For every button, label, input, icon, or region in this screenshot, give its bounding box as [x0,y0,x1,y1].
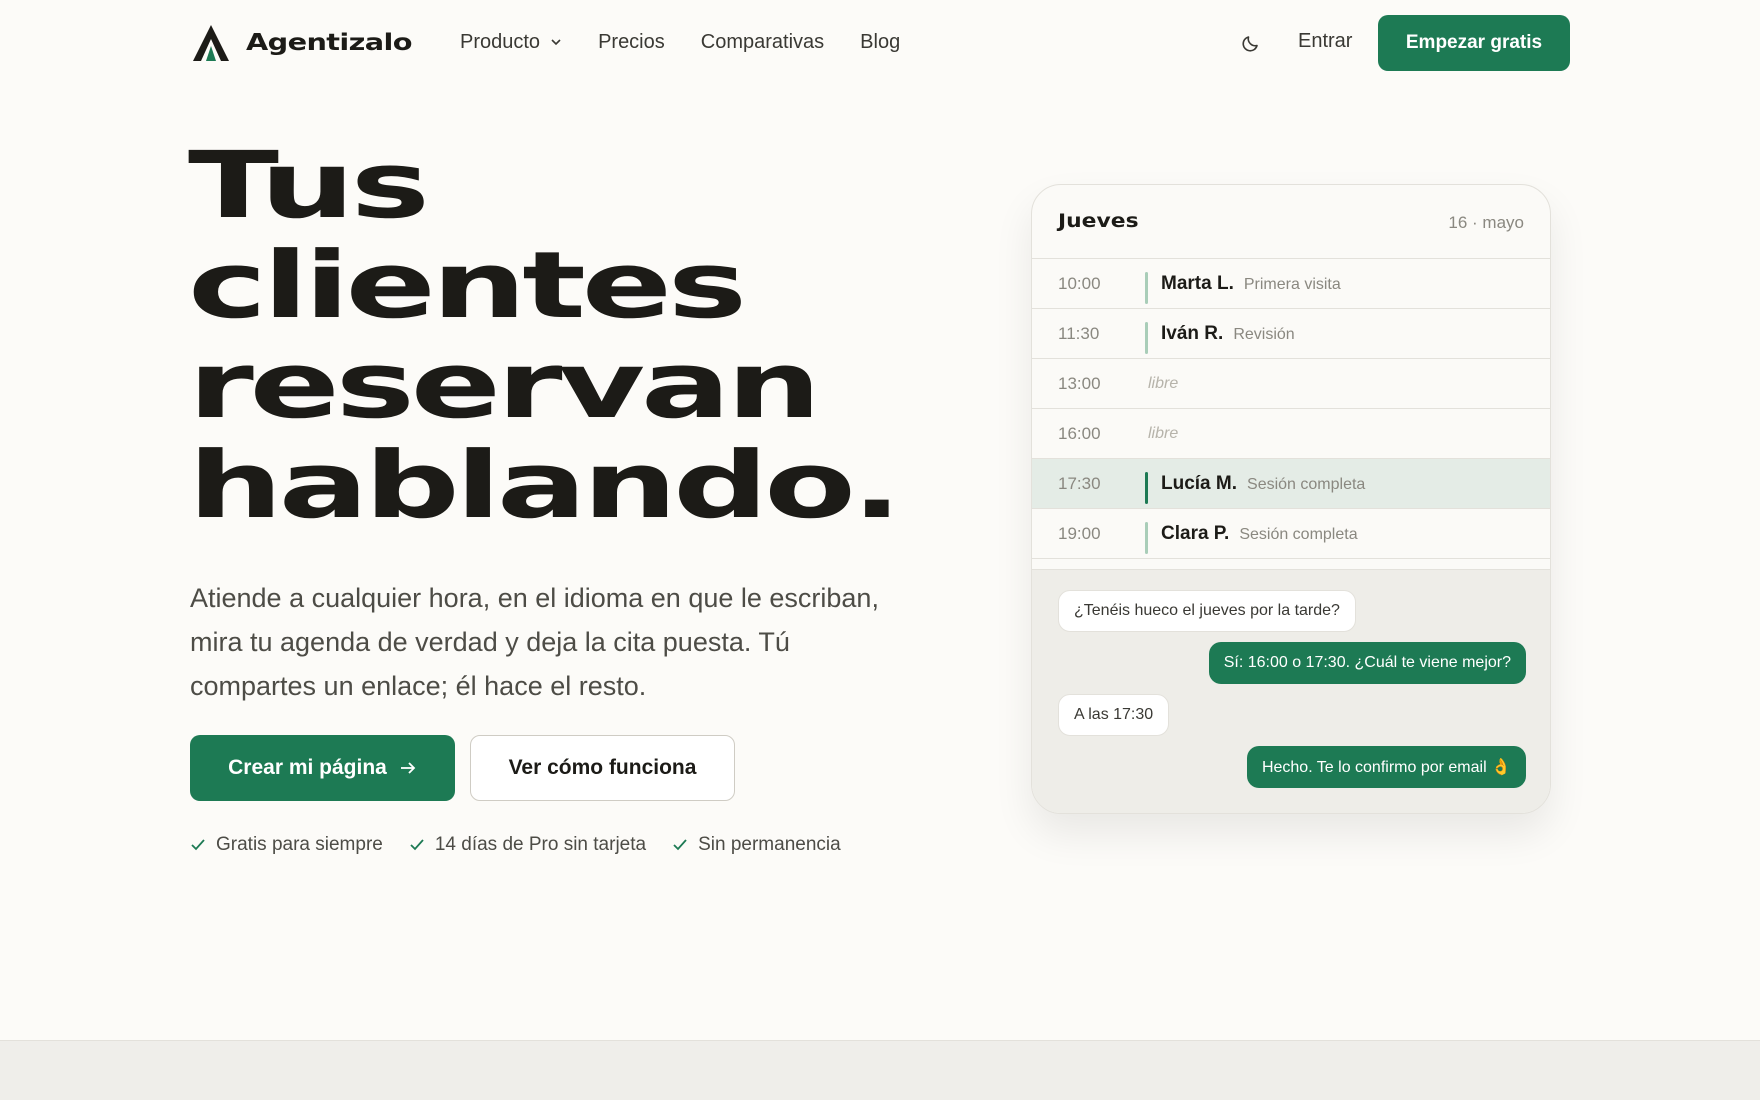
agenda-header: Jueves 16 · mayo [1032,185,1550,259]
nav-item-producto[interactable]: Producto [460,28,562,56]
slot-service: Primera visita [1243,275,1341,293]
slot-free-label: libre [1148,374,1179,392]
agenda-slots: 10:00 Marta L. Primera visita 11:30 Iván R. R… [1032,259,1550,559]
slot-client-name: Clara P. [1161,522,1230,544]
start-free-button[interactable]: Empezar gratis [1378,15,1570,71]
chat-bubble-client: ¿Tenéis hueco el jueves por la tarde? [1058,590,1356,632]
benefit-label: 14 días de Pro sin tarjeta [434,834,647,855]
hero-title: Tus clientes reservan hablando. [188,136,902,536]
login-link[interactable]: Entrar [1298,30,1352,53]
nav-item-label: Comparativas [700,30,825,53]
agenda-slot[interactable]: 19:00 Clara P. Sesión completa [1032,509,1550,559]
slot-client: Clara P. Sesión completa [1161,523,1358,545]
slot-time: 11:30 [1058,323,1100,343]
agenda-slot[interactable]: 10:00 Marta L. Primera visita [1032,259,1550,309]
agenda-day: Jueves [1058,210,1139,232]
slot-service: Sesión completa [1239,525,1358,543]
hero-title-line: reservan [188,332,821,439]
slot-service: Sesión completa [1247,475,1366,493]
nav-item-label: Producto [460,30,541,53]
slot-client: Lucía M. Sesión completa [1161,473,1365,495]
slot-service: Revisión [1233,325,1295,343]
chat-panel: ¿Tenéis hueco el jueves por la tarde? Sí:… [1032,569,1550,813]
agenda-slot[interactable]: 11:30 Iván R. Revisión [1032,309,1550,359]
slot-time: 19:00 [1058,523,1101,543]
benefit-item: Gratis para siempre [190,834,383,856]
agenda-slot-free[interactable]: 13:00 libre [1032,359,1550,409]
slot-time: 17:30 [1058,473,1101,493]
slot-bar [1145,272,1148,304]
hero-title-line: hablando. [188,432,902,539]
hero-subtitle-line: compartes un enlace; él hace el resto. [190,671,647,701]
hero-subtitle: Atiende a cualquier hora, en el idioma e… [190,576,950,708]
brand-logo[interactable]: Agentizalo [192,24,413,62]
benefit-label: Gratis para siempre [216,834,383,855]
slot-client-name: Lucía M. [1161,472,1238,494]
hero-subtitle-line: Atiende a cualquier hora, en el idioma e… [190,583,879,613]
chat-bubble-agent: Sí: 16:00 o 17:30. ¿Cuál te viene mejor? [1208,642,1526,684]
nav-item-label: Blog [860,30,901,53]
logo-mark-icon [193,25,229,61]
benefits-list: Gratis para siempre 14 días de Pro sin t… [190,834,867,856]
benefit-item: 14 días de Pro sin tarjeta [409,834,646,856]
slot-client-name: Iván R. [1161,322,1224,344]
chevron-down-icon [551,39,561,46]
top-nav: Agentizalo Producto Precios Comparativas… [0,0,1760,86]
next-section-band [0,1040,1760,1100]
slot-time: 13:00 [1058,373,1101,393]
slot-bar [1145,472,1148,504]
moon-icon[interactable] [1240,32,1262,54]
chat-bubble-client: A las 17:30 [1058,694,1170,736]
agenda-slot[interactable]: 17:30 Lucía M. Sesión completa [1032,459,1550,509]
agenda-date: 16 · mayo [1448,213,1524,232]
agenda-slot-free[interactable]: 16:00 libre [1032,409,1550,459]
check-icon [191,839,205,851]
nav-item-blog[interactable]: Blog [860,28,900,56]
slot-time: 16:00 [1058,423,1101,443]
chat-bubble-agent: Hecho. Te lo confirmo por email 👌 [1246,746,1526,788]
nav-links: Producto Precios Comparativas Blog [460,28,936,56]
slot-free-label: libre [1148,424,1179,442]
slot-bar [1145,522,1148,554]
slot-time: 10:00 [1058,273,1101,293]
slot-client: Marta L. Primera visita [1161,273,1341,295]
nav-item-comparativas[interactable]: Comparativas [701,28,824,56]
agenda-card: Jueves 16 · mayo 10:00 Marta L. Primera vi… [1031,184,1551,814]
hero-title-line: Tus [188,132,430,239]
arrow-right-icon [400,762,416,774]
slot-client-name: Marta L. [1161,272,1234,294]
hero-title-line: clientes [188,232,747,339]
benefit-item: Sin permanencia [672,834,841,856]
nav-item-label: Precios [598,30,665,53]
benefit-label: Sin permanencia [698,834,841,855]
hero-subtitle-line: mira tu agenda de verdad y deja la cita … [190,627,790,657]
nav-item-precios[interactable]: Precios [598,28,665,56]
check-icon [673,839,687,851]
create-page-label: Crear mi página [228,756,387,779]
check-icon [410,839,424,851]
how-it-works-button[interactable]: Ver cómo funciona [470,735,735,801]
create-page-button[interactable]: Crear mi página [190,735,455,801]
slot-bar [1145,322,1148,354]
brand-name: Agentizalo [246,30,413,56]
slot-client: Iván R. Revisión [1161,323,1295,345]
